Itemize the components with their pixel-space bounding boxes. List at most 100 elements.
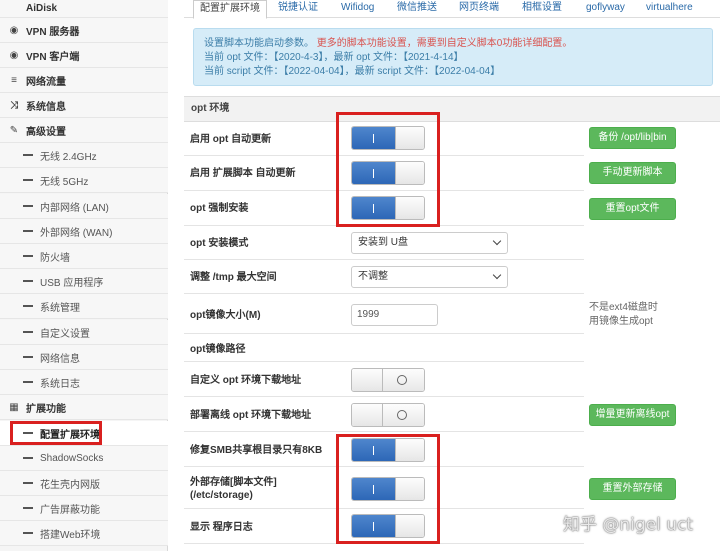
sidebar-item-label: 扩展功能 — [26, 403, 66, 415]
dash-icon — [23, 230, 33, 232]
sidebar-item[interactable]: ShadowSocks — [0, 446, 168, 471]
tab-wechat-push[interactable]: 微信推送 — [397, 0, 437, 18]
sidebar-item[interactable]: ≡ 网络流量 — [0, 68, 168, 93]
sidebar-item[interactable]: 搭建Web环境 — [0, 521, 168, 546]
sidebar-item[interactable]: 无线 5GHz — [0, 168, 168, 193]
sidebar-item[interactable]: ▦ 扩展功能 — [0, 395, 168, 420]
sidebar-item[interactable]: ⤨ 系统信息 — [0, 93, 168, 118]
dash-icon — [23, 532, 33, 534]
divider — [184, 361, 584, 362]
toggle-custom-download[interactable] — [351, 368, 425, 392]
label-image-path: opt镜像路径 — [190, 344, 246, 355]
sidebar-item[interactable]: 内部网络 (LAN) — [0, 194, 168, 219]
label-smb-fix: 修复SMB共享根目录只有8KB — [190, 445, 323, 456]
sidebar-item-label: USB 应用程序 — [40, 277, 104, 289]
info-line-2: 当前 opt 文件：【2020-4-3】，最新 opt 文件：【2021-4-1… — [204, 52, 464, 63]
section-title: opt 环境 — [184, 96, 720, 122]
tab-ruijie-auth[interactable]: 锐捷认证 — [278, 0, 318, 18]
sidebar-item[interactable]: 花生壳内网版 — [0, 471, 168, 496]
tab-photo-frame[interactable]: 相框设置 — [522, 0, 562, 18]
tab-goflyway[interactable]: goflyway — [586, 0, 625, 18]
divider — [184, 333, 584, 334]
sidebar-item[interactable]: 无线 2.4GHz — [0, 143, 168, 168]
incremental-update-button[interactable]: 增量更新离线opt — [589, 404, 676, 426]
reset-storage-button[interactable]: 重置外部存储 — [589, 478, 676, 500]
sidebar-item-label: 高级设置 — [26, 126, 66, 138]
sidebar-item-label: 自定义设置 — [40, 328, 90, 340]
highlight-box — [10, 421, 102, 445]
toggle-offline-download[interactable] — [351, 403, 425, 427]
chevron-down-icon — [492, 236, 502, 246]
divider — [184, 293, 584, 294]
sidebar-item-label: ShadowSocks — [40, 452, 104, 464]
sidebar-item[interactable]: ✎ 高级设置 — [0, 118, 168, 143]
sidebar-item[interactable]: 自定义设置 — [0, 320, 168, 345]
highlight-box — [336, 434, 440, 544]
sidebar-item[interactable]: AiDisk — [0, 0, 168, 18]
sidebar-item[interactable]: 外部网络 (WAN) — [0, 219, 168, 244]
globe-icon: ◉ — [9, 49, 19, 61]
label-offline-download: 部署离线 opt 环境下载地址 — [190, 410, 312, 421]
reset-opt-button[interactable]: 重置opt文件 — [589, 198, 676, 220]
dash-icon — [23, 205, 33, 207]
label-ext-storage: 外部存储[脚本文件] (/etc/storage) — [190, 477, 277, 501]
dash-icon — [23, 154, 33, 156]
dash-icon — [23, 507, 33, 509]
dash-icon — [23, 305, 33, 307]
sidebar-item-label: 搭建Web环境 — [40, 529, 101, 541]
manual-update-script-button[interactable]: 手动更新脚本 — [589, 162, 676, 184]
backup-opt-button[interactable]: 备份 /opt/lib|bin — [589, 127, 676, 149]
info-line-1: 设置脚本功能启动参数。 更多的脚本功能设置，需要到自定义脚本0功能详细配置。 — [204, 38, 573, 49]
label-image-size: opt镜像大小(M) — [190, 310, 261, 321]
sidebar-item-label: 内部网络 (LAN) — [40, 202, 109, 214]
sidebar-item[interactable]: 系统管理 — [0, 294, 168, 319]
select-install-mode[interactable]: 安装到 U盘 — [351, 232, 508, 254]
sidebar-item-label: AiDisk — [26, 3, 58, 14]
sidebar-item-label: 系统信息 — [26, 101, 66, 113]
dash-icon — [23, 457, 33, 459]
sidebar-item[interactable]: 防火墙 — [0, 244, 168, 269]
tab-bar: 配置扩展环境 锐捷认证 Wifidog 微信推送 网页终端 相框设置 gofly… — [184, 0, 720, 19]
tab-web-terminal[interactable]: 网页终端 — [459, 0, 499, 18]
info-line-3: 当前 script 文件：【2022-04-04】，最新 script 文件：【… — [204, 66, 501, 77]
sidebar-item[interactable]: USB 应用程序 — [0, 269, 168, 294]
label-show-log: 显示 程序日志 — [190, 522, 253, 533]
dash-icon — [23, 381, 33, 383]
tab-wifidog[interactable]: Wifidog — [341, 0, 374, 18]
dash-icon — [23, 331, 33, 333]
image-note: 不是ext4磁盘时 用镜像生成opt — [589, 302, 658, 327]
wrench-icon: ✎ — [9, 124, 19, 136]
sidebar-item-label: 广告屏蔽功能 — [40, 504, 100, 516]
tab-config-env[interactable]: 配置扩展环境 — [193, 0, 267, 19]
disk-icon — [8, 3, 20, 15]
sidebar-item-label: VPN 服务器 — [26, 26, 80, 38]
label-custom-download: 自定义 opt 环境下载地址 — [190, 375, 302, 386]
sidebar-item[interactable]: ◉ VPN 客户端 — [0, 43, 168, 68]
sidebar-item[interactable]: ◉ VPN 服务器 — [0, 18, 168, 43]
select-tmp-max[interactable]: 不调整 — [351, 266, 508, 288]
dash-icon — [23, 179, 33, 181]
sidebar-item-label: 防火墙 — [40, 252, 70, 264]
watermark: 知乎 @nigel uct — [563, 515, 694, 535]
sidebar-item[interactable]: 广告屏蔽功能 — [0, 496, 168, 521]
sidebar-item[interactable]: 网络信息 — [0, 345, 168, 370]
sidebar: AiDisk ◉ VPN 服务器 ◉ VPN 客户端 ≡ 网络流量 ⤨ 系统信息 ✎ 高级设置无线 … — [0, 0, 168, 551]
label-install-mode: opt 安装模式 — [190, 238, 249, 249]
sidebar-item-label: VPN 客户端 — [26, 51, 80, 63]
sidebar-item-label: 无线 5GHz — [40, 176, 89, 188]
dash-icon — [23, 255, 33, 257]
highlight-box — [336, 112, 440, 227]
dash-icon — [23, 482, 33, 484]
grid-icon: ▦ — [9, 401, 19, 413]
shuffle-icon: ⤨ — [10, 99, 18, 111]
label-auto-update-opt: 启用 opt 自动更新 — [190, 134, 272, 145]
divider — [184, 396, 584, 397]
image-size-input[interactable]: 1999 — [351, 304, 438, 326]
globe-icon: ◉ — [9, 24, 19, 36]
label-tmp-max: 调整 /tmp 最大空间 — [190, 272, 277, 283]
sidebar-item-label: 系统日志 — [40, 378, 80, 390]
sidebar-item[interactable]: 系统日志 — [0, 370, 168, 395]
label-force-install-opt: opt 强制安装 — [190, 203, 249, 214]
label-auto-update-script: 启用 扩展脚本 自动更新 — [190, 168, 296, 179]
tab-virtualhere[interactable]: virtualhere — [646, 0, 693, 18]
